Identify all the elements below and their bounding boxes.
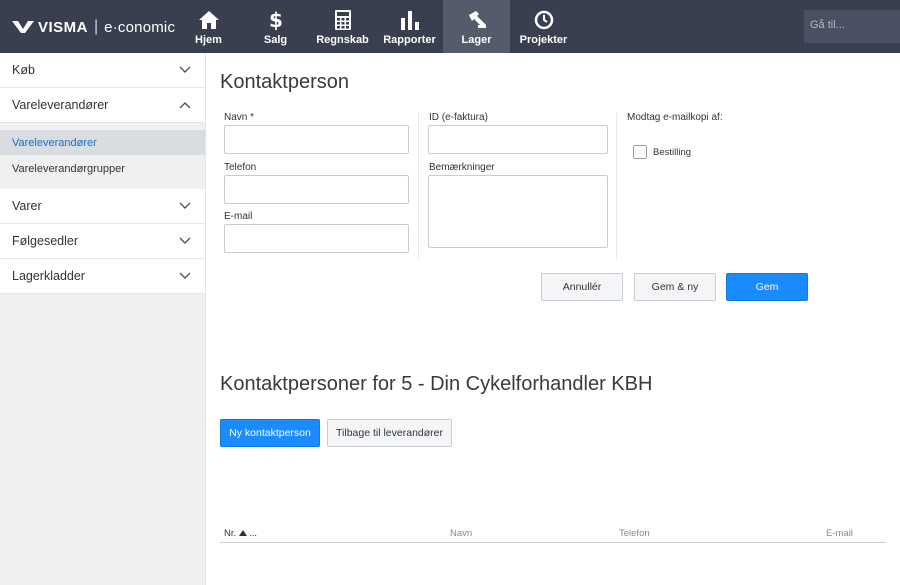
dollar-icon: $ (265, 9, 287, 31)
logo-separator: | (94, 18, 99, 35)
nav-label: Rapporter (383, 34, 436, 46)
notes-textarea[interactable] (428, 175, 608, 248)
efaktura-input[interactable] (428, 125, 608, 154)
page-title: Kontaktperson (220, 71, 349, 93)
sidebar-item-vareleverandorgrupper[interactable]: Vareleverandørgrupper (0, 156, 205, 181)
sidebar-section-label: Følgesedler (12, 234, 78, 248)
sidebar-section-vareleverandorer[interactable]: Vareleverandører (0, 88, 205, 123)
sidebar-submenu: Vareleverandører Vareleverandørgrupper (0, 123, 205, 189)
svg-text:$: $ (269, 9, 283, 31)
sidebar-item-vareleverandorer[interactable]: Vareleverandører (0, 130, 205, 155)
logo-product: e·conomic (104, 18, 176, 36)
nav-label: Regnskab (316, 34, 369, 46)
sidebar-section-lagerkladder[interactable]: Lagerkladder (0, 259, 205, 294)
column-header-phone[interactable]: Telefon (619, 528, 650, 539)
column-header-nr[interactable]: Nr.... (224, 528, 257, 539)
top-navigation-bar: VISMA | e·conomic Hjem $ Salg Regnskab R… (0, 0, 900, 53)
order-checkbox[interactable] (633, 145, 647, 159)
sidebar-section-label: Lagerkladder (12, 269, 85, 283)
name-label: Navn * (224, 112, 255, 123)
efaktura-label: ID (e-faktura) (429, 112, 488, 123)
main-nav: Hjem $ Salg Regnskab Rapporter Lager Pro… (175, 0, 577, 53)
sidebar-section-kob[interactable]: Køb (0, 53, 205, 88)
column-divider (616, 113, 617, 259)
main-content: Kontaktperson Navn * Telefon E-mail ID (… (206, 53, 900, 585)
order-checkbox-label: Bestilling (653, 147, 692, 158)
visma-economic-logo[interactable]: VISMA | e·conomic (12, 17, 175, 37)
nav-label: Salg (263, 34, 288, 46)
sidebar-section-folgesedler[interactable]: Følgesedler (0, 224, 205, 259)
contacts-list-title: Kontaktpersoner for 5 - Din Cykelforhand… (220, 373, 653, 395)
goto-search-input[interactable]: Gå til... (804, 10, 900, 43)
chevron-down-icon (179, 66, 191, 73)
sidebar-section-varer[interactable]: Varer (0, 189, 205, 224)
nav-label: Projekter (519, 34, 568, 46)
nav-label: Lager (461, 34, 492, 46)
chevron-up-icon (179, 102, 191, 109)
email-input[interactable] (224, 224, 409, 253)
nav-item-salg[interactable]: $ Salg (242, 0, 309, 53)
chevron-down-icon (179, 272, 191, 279)
calculator-icon (332, 9, 354, 31)
back-to-suppliers-button[interactable]: Tilbage til leverandører (327, 419, 452, 447)
nav-label: Hjem (195, 34, 222, 46)
nav-item-hjem[interactable]: Hjem (175, 0, 242, 53)
chevron-down-icon (179, 237, 191, 244)
sidebar-section-label: Varer (12, 199, 42, 213)
phone-input[interactable] (224, 175, 409, 204)
visma-logo-icon (12, 21, 34, 33)
sidebar-section-label: Vareleverandører (12, 98, 109, 112)
save-button[interactable]: Gem (726, 273, 808, 301)
nav-item-regnskab[interactable]: Regnskab (309, 0, 376, 53)
logo-brand: VISMA (38, 18, 89, 36)
nav-item-rapporter[interactable]: Rapporter (376, 0, 443, 53)
sidebar: Køb Vareleverandører Vareleverandører Va… (0, 53, 206, 585)
email-label: E-mail (224, 211, 253, 222)
name-input[interactable] (224, 125, 409, 154)
cancel-button[interactable]: Annullér (541, 273, 623, 301)
bar-chart-icon (399, 9, 421, 31)
nav-item-projekter[interactable]: Projekter (510, 0, 577, 53)
save-and-new-button[interactable]: Gem & ny (634, 273, 716, 301)
chevron-down-icon (179, 202, 191, 209)
new-contact-button[interactable]: Ny kontaktperson (220, 419, 320, 447)
notes-label: Bemærkninger (429, 162, 495, 173)
column-divider (418, 113, 419, 259)
column-header-name[interactable]: Navn (450, 528, 472, 539)
home-icon (198, 9, 220, 31)
sidebar-section-label: Køb (12, 63, 35, 77)
nav-item-lager[interactable]: Lager (443, 0, 510, 53)
hammer-icon (466, 9, 488, 31)
column-header-email[interactable]: E-mail (826, 528, 853, 539)
phone-label: Telefon (224, 162, 257, 173)
mailcopy-label: Modtag e-mailkopi af: (627, 112, 723, 123)
clock-icon (533, 9, 555, 31)
sort-ascending-icon (239, 530, 248, 537)
contacts-table-header: Nr.... Navn Telefon E-mail (220, 525, 886, 543)
